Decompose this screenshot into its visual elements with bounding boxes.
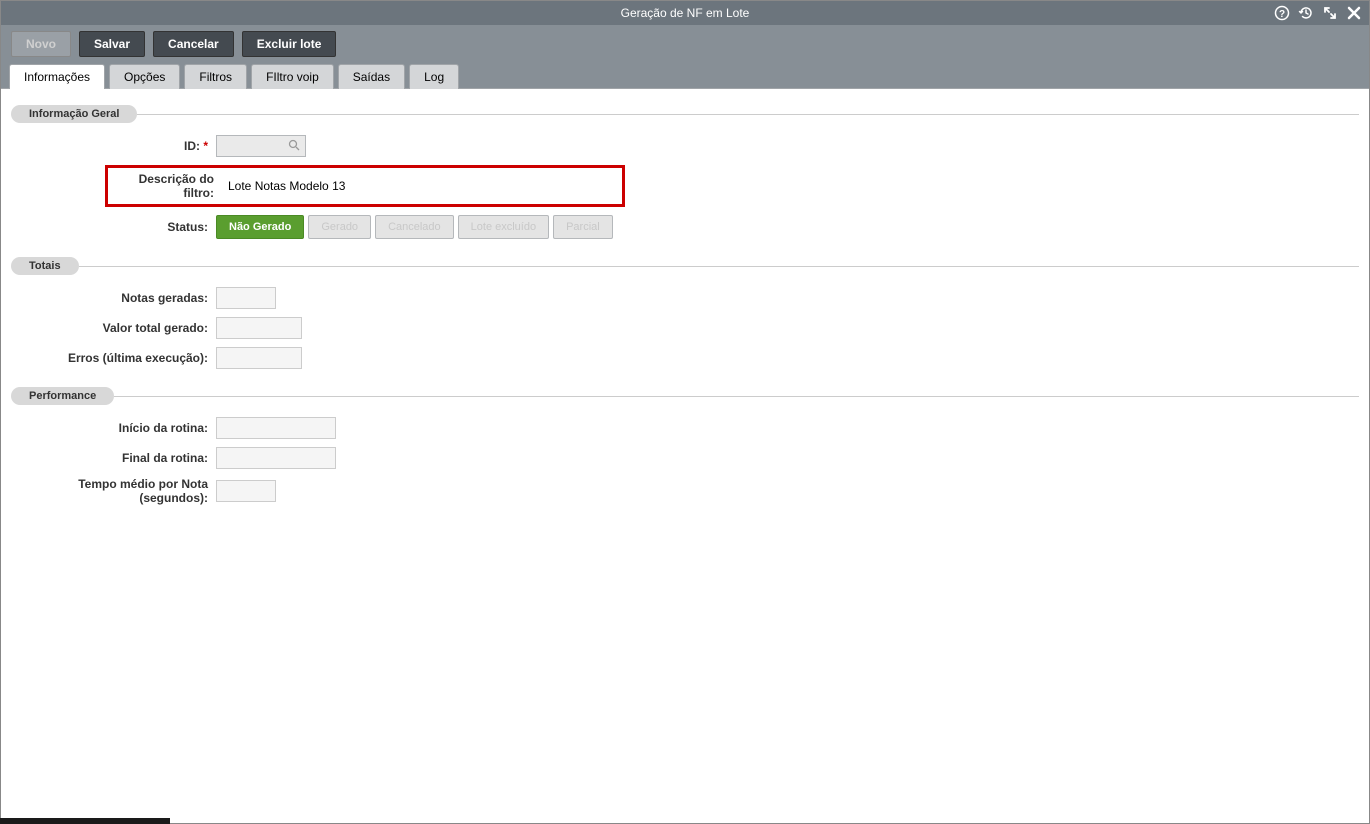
legend-totais: Totais bbox=[11, 257, 79, 275]
descricao-input[interactable] bbox=[222, 177, 616, 195]
titlebar: Geração de NF em Lote ? bbox=[1, 1, 1369, 25]
status-nao-gerado[interactable]: Não Gerado bbox=[216, 215, 304, 239]
label-inicio: Início da rotina: bbox=[11, 421, 216, 435]
divider bbox=[114, 396, 1359, 397]
excluir-lote-button[interactable]: Excluir lote bbox=[242, 31, 337, 57]
window-title: Geração de NF em Lote bbox=[621, 6, 750, 20]
search-icon[interactable] bbox=[288, 139, 300, 151]
row-status: Status: Não Gerado Gerado Cancelado Lote… bbox=[11, 215, 1359, 239]
status-cancelado[interactable]: Cancelado bbox=[375, 215, 454, 239]
row-tempo-medio: Tempo médio por Nota (segundos): bbox=[11, 477, 1359, 505]
divider bbox=[79, 266, 1359, 267]
label-notas-geradas: Notas geradas: bbox=[11, 291, 216, 305]
tab-saidas[interactable]: Saídas bbox=[338, 64, 405, 89]
label-final: Final da rotina: bbox=[11, 451, 216, 465]
section-performance: Performance Início da rotina: Final da r… bbox=[11, 387, 1359, 505]
titlebar-actions: ? bbox=[1273, 1, 1363, 25]
notas-geradas-output bbox=[216, 287, 276, 309]
legend-geral: Informação Geral bbox=[11, 105, 137, 123]
section-totais: Totais Notas geradas: Valor total gerado… bbox=[11, 257, 1359, 369]
row-valor-total: Valor total gerado: bbox=[11, 317, 1359, 339]
tab-log[interactable]: Log bbox=[409, 64, 459, 89]
legend-performance: Performance bbox=[11, 387, 114, 405]
id-input-wrap bbox=[216, 135, 306, 157]
expand-icon[interactable] bbox=[1321, 4, 1339, 22]
row-final: Final da rotina: bbox=[11, 447, 1359, 469]
final-output bbox=[216, 447, 336, 469]
label-tempo-medio: Tempo médio por Nota (segundos): bbox=[11, 477, 216, 505]
label-status: Status: bbox=[11, 220, 216, 234]
row-id: ID: * bbox=[11, 135, 1359, 157]
tab-filtro-voip[interactable]: FIltro voip bbox=[251, 64, 334, 89]
divider bbox=[137, 114, 1359, 115]
help-icon[interactable]: ? bbox=[1273, 4, 1291, 22]
label-erros: Erros (última execução): bbox=[11, 351, 216, 365]
inicio-output bbox=[216, 417, 336, 439]
window: Geração de NF em Lote ? Novo Salvar Canc… bbox=[0, 0, 1370, 824]
status-parcial[interactable]: Parcial bbox=[553, 215, 613, 239]
svg-text:?: ? bbox=[1279, 9, 1285, 20]
valor-total-output bbox=[216, 317, 302, 339]
tempo-medio-output bbox=[216, 480, 276, 502]
tab-informacoes[interactable]: Informações bbox=[9, 64, 105, 89]
section-geral: Informação Geral ID: * Descrição do filt… bbox=[11, 105, 1359, 239]
content: Informação Geral ID: * Descrição do filt… bbox=[1, 88, 1369, 823]
label-valor-total: Valor total gerado: bbox=[11, 321, 216, 335]
row-erros: Erros (última execução): bbox=[11, 347, 1359, 369]
toolbar: Novo Salvar Cancelar Excluir lote bbox=[1, 25, 1369, 63]
history-icon[interactable] bbox=[1297, 4, 1315, 22]
novo-button[interactable]: Novo bbox=[11, 31, 71, 57]
tab-filtros[interactable]: Filtros bbox=[184, 64, 247, 89]
erros-output bbox=[216, 347, 302, 369]
row-inicio: Início da rotina: bbox=[11, 417, 1359, 439]
tabbar: Informações Opções Filtros FIltro voip S… bbox=[1, 63, 1369, 88]
salvar-button[interactable]: Salvar bbox=[79, 31, 145, 57]
status-lote-excluido[interactable]: Lote excluído bbox=[458, 215, 549, 239]
label-descricao: Descrição do filtro: bbox=[114, 172, 222, 200]
row-descricao-highlight: Descrição do filtro: bbox=[105, 165, 625, 207]
status-gerado[interactable]: Gerado bbox=[308, 215, 371, 239]
tab-opcoes[interactable]: Opções bbox=[109, 64, 180, 89]
cancelar-button[interactable]: Cancelar bbox=[153, 31, 234, 57]
status-group: Não Gerado Gerado Cancelado Lote excluíd… bbox=[216, 215, 613, 239]
label-id: ID: * bbox=[11, 139, 216, 153]
footer-strip bbox=[0, 818, 170, 824]
close-icon[interactable] bbox=[1345, 4, 1363, 22]
row-notas-geradas: Notas geradas: bbox=[11, 287, 1359, 309]
